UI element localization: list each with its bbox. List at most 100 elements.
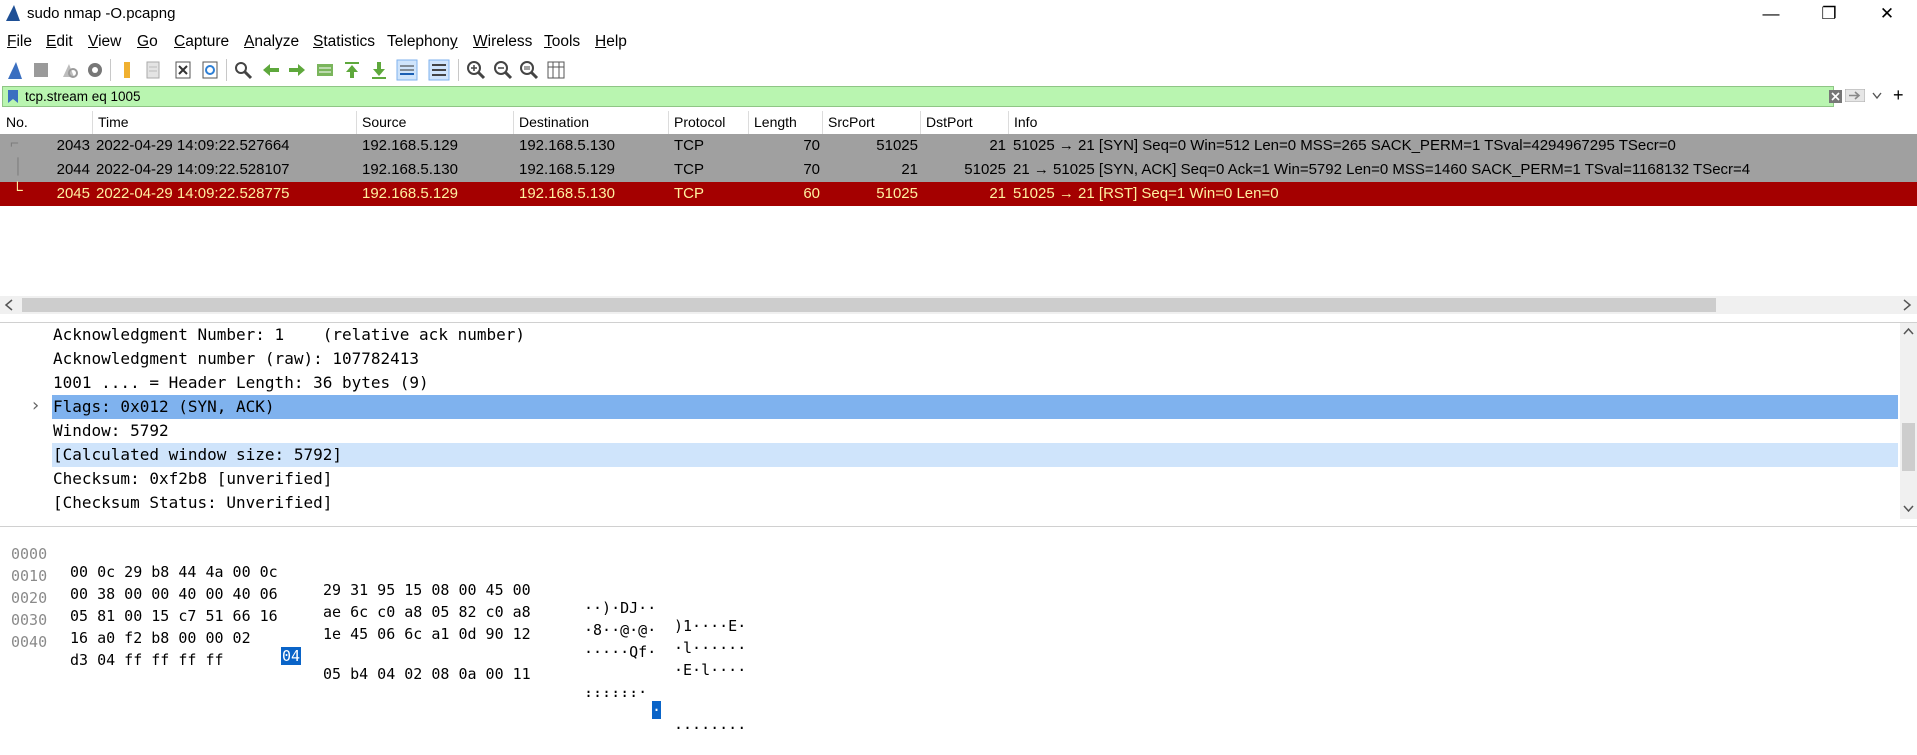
display-filter-bar: tcp.stream eq 1005 bbox=[2, 86, 1842, 107]
vscrollbar-thumb[interactable] bbox=[1902, 423, 1915, 471]
zoom-out-icon[interactable] bbox=[492, 59, 514, 81]
column-dstport[interactable]: DstPort bbox=[926, 114, 973, 130]
detail-line-related[interactable]: [Calculated window size: 5792] bbox=[0, 443, 1898, 467]
bytes-line[interactable]: 0040 d3 04 ff ff ff ff ······ bbox=[0, 615, 638, 705]
hex-bytes: 00 38 00 00 40 00 40 06 bbox=[70, 585, 278, 603]
minimize-button[interactable]: — bbox=[1742, 0, 1800, 28]
scroll-right-icon[interactable] bbox=[1902, 299, 1912, 311]
detail-line[interactable]: 1001 .... = Header Length: 36 bytes (9) bbox=[0, 371, 1898, 395]
normal-size-icon[interactable] bbox=[518, 59, 540, 81]
packet-list-hscrollbar[interactable] bbox=[0, 296, 1917, 314]
open-file-icon[interactable] bbox=[116, 59, 138, 81]
hex-bytes: 05 b4 04 02 08 0a 00 11 bbox=[323, 665, 531, 683]
menu-help[interactable]: Help bbox=[595, 33, 627, 51]
filter-dropdown-icon[interactable] bbox=[1872, 91, 1882, 100]
column-length[interactable]: Length bbox=[754, 114, 797, 130]
column-protocol[interactable]: Protocol bbox=[674, 114, 725, 130]
go-forward-icon[interactable] bbox=[286, 59, 308, 81]
first-packet-icon[interactable] bbox=[341, 59, 363, 81]
hex-bytes: ae 6c c0 a8 05 82 c0 a8 bbox=[323, 603, 531, 621]
packet-row-selected[interactable]: └ 2045 2022-04-29 14:09:22.528775 192.16… bbox=[0, 182, 1917, 206]
packet-protocol: TCP bbox=[674, 137, 704, 154]
reload-file-icon[interactable] bbox=[199, 59, 221, 81]
packet-source: 192.168.5.130 bbox=[362, 161, 458, 178]
column-time[interactable]: Time bbox=[98, 114, 129, 130]
packet-no: 2045 bbox=[56, 185, 90, 202]
start-capture-icon[interactable] bbox=[4, 59, 26, 81]
bytes-line[interactable]: 0030 16 a0 f2 b8 00 00 02 04 05 b4 04 02… bbox=[0, 593, 746, 737]
scroll-down-icon[interactable] bbox=[1903, 505, 1914, 513]
packet-srcport: 51025 bbox=[876, 185, 918, 202]
bytes-line[interactable]: 0000 00 0c 29 b8 44 4a 00 0c 29 31 95 15… bbox=[0, 527, 746, 635]
add-filter-button[interactable]: + bbox=[1893, 85, 1904, 106]
menu-tools[interactable]: Tools bbox=[544, 33, 580, 51]
menu-telephony[interactable]: Telephony bbox=[387, 33, 458, 51]
window-title: sudo nmap -O.pcapng bbox=[27, 5, 176, 22]
menu-statistics[interactable]: Statistics bbox=[313, 33, 375, 51]
go-to-packet-icon[interactable] bbox=[314, 59, 336, 81]
go-back-icon[interactable] bbox=[260, 59, 282, 81]
restore-button[interactable]: ❐ bbox=[1800, 0, 1858, 28]
column-no[interactable]: No. bbox=[6, 114, 28, 130]
find-packet-icon[interactable] bbox=[232, 59, 254, 81]
menu-analyze[interactable]: Analyze bbox=[244, 33, 299, 51]
apply-filter-icon[interactable] bbox=[1845, 89, 1865, 102]
packet-info: 21 → 51025 [SYN, ACK] Seq=0 Ack=1 Win=57… bbox=[1013, 161, 1751, 178]
conversation-start-icon: ⌐ bbox=[10, 135, 19, 152]
save-file-icon[interactable] bbox=[142, 59, 164, 81]
column-destination[interactable]: Destination bbox=[519, 114, 589, 130]
wireshark-fin-icon bbox=[6, 5, 20, 21]
resize-columns-icon[interactable] bbox=[545, 59, 567, 81]
menu-go[interactable]: Go bbox=[137, 33, 158, 51]
bytes-line[interactable]: 0010 00 38 00 00 40 00 40 06 ae 6c c0 a8… bbox=[0, 549, 746, 657]
ascii-byte-selected[interactable]: · bbox=[652, 701, 662, 719]
capture-options-icon[interactable] bbox=[84, 59, 106, 81]
menu-edit[interactable]: Edit bbox=[46, 33, 73, 51]
ascii-bytes: ········ bbox=[674, 719, 747, 737]
packet-length: 70 bbox=[803, 161, 820, 178]
packet-destination: 192.168.5.130 bbox=[519, 185, 615, 202]
expand-arrow-icon[interactable]: › bbox=[30, 395, 41, 416]
detail-line[interactable]: Acknowledgment number (raw): 107782413 bbox=[0, 347, 1898, 371]
stop-capture-icon[interactable] bbox=[30, 59, 52, 81]
packet-row[interactable]: │ 2044 2022-04-29 14:09:22.528107 192.16… bbox=[0, 158, 1917, 182]
colorize-icon[interactable] bbox=[428, 59, 450, 81]
menu-capture[interactable]: Capture bbox=[174, 33, 229, 51]
details-vscrollbar[interactable] bbox=[1900, 323, 1917, 519]
packet-length: 60 bbox=[803, 185, 820, 202]
scroll-up-icon[interactable] bbox=[1903, 327, 1914, 335]
display-filter-input[interactable]: tcp.stream eq 1005 bbox=[25, 87, 141, 106]
ascii-bytes: ··)·DJ·· bbox=[584, 599, 657, 617]
menu-file[interactable]: File bbox=[7, 33, 32, 51]
close-button[interactable]: ✕ bbox=[1858, 0, 1916, 28]
packet-row[interactable]: ⌐ 2043 2022-04-29 14:09:22.527664 192.16… bbox=[0, 134, 1917, 158]
scroll-left-icon[interactable] bbox=[4, 299, 14, 311]
packet-info: 51025 → 21 [SYN] Seq=0 Win=512 Len=0 MSS… bbox=[1013, 137, 1676, 154]
column-source[interactable]: Source bbox=[362, 114, 406, 130]
zoom-in-icon[interactable] bbox=[465, 59, 487, 81]
restart-capture-icon[interactable] bbox=[58, 59, 80, 81]
packet-dstport: 21 bbox=[989, 137, 1006, 154]
menu-view[interactable]: View bbox=[88, 33, 121, 51]
hscrollbar-thumb[interactable] bbox=[22, 298, 1716, 312]
bookmark-icon[interactable] bbox=[7, 89, 19, 104]
hex-byte-selected[interactable]: 04 bbox=[281, 647, 302, 665]
detail-line[interactable]: [Checksum Status: Unverified] bbox=[0, 491, 1898, 515]
menu-wireless[interactable]: Wireless bbox=[473, 33, 532, 51]
detail-line[interactable]: Acknowledgment Number: 1 (relative ack n… bbox=[0, 323, 1898, 347]
column-srcport[interactable]: SrcPort bbox=[828, 114, 875, 130]
detail-line-selected[interactable]: › Flags: 0x012 (SYN, ACK) bbox=[0, 395, 1898, 419]
bytes-line[interactable]: 0020 05 81 00 15 c7 51 66 16 1e 45 06 6c… bbox=[0, 571, 746, 679]
packet-destination: 192.168.5.129 bbox=[519, 161, 615, 178]
auto-scroll-icon[interactable] bbox=[396, 59, 418, 81]
close-file-icon[interactable] bbox=[172, 59, 194, 81]
packet-dstport: 51025 bbox=[964, 161, 1006, 178]
ascii-bytes: )1····E· bbox=[674, 617, 747, 635]
column-info[interactable]: Info bbox=[1014, 114, 1037, 130]
hex-bytes: 00 0c 29 b8 44 4a 00 0c bbox=[70, 563, 278, 581]
clear-filter-icon[interactable] bbox=[1829, 90, 1842, 103]
last-packet-icon[interactable] bbox=[368, 59, 390, 81]
detail-line[interactable]: Window: 5792 bbox=[0, 419, 1898, 443]
detail-line[interactable]: Checksum: 0xf2b8 [unverified] bbox=[0, 467, 1898, 491]
packet-time: 2022-04-29 14:09:22.527664 bbox=[96, 137, 290, 154]
